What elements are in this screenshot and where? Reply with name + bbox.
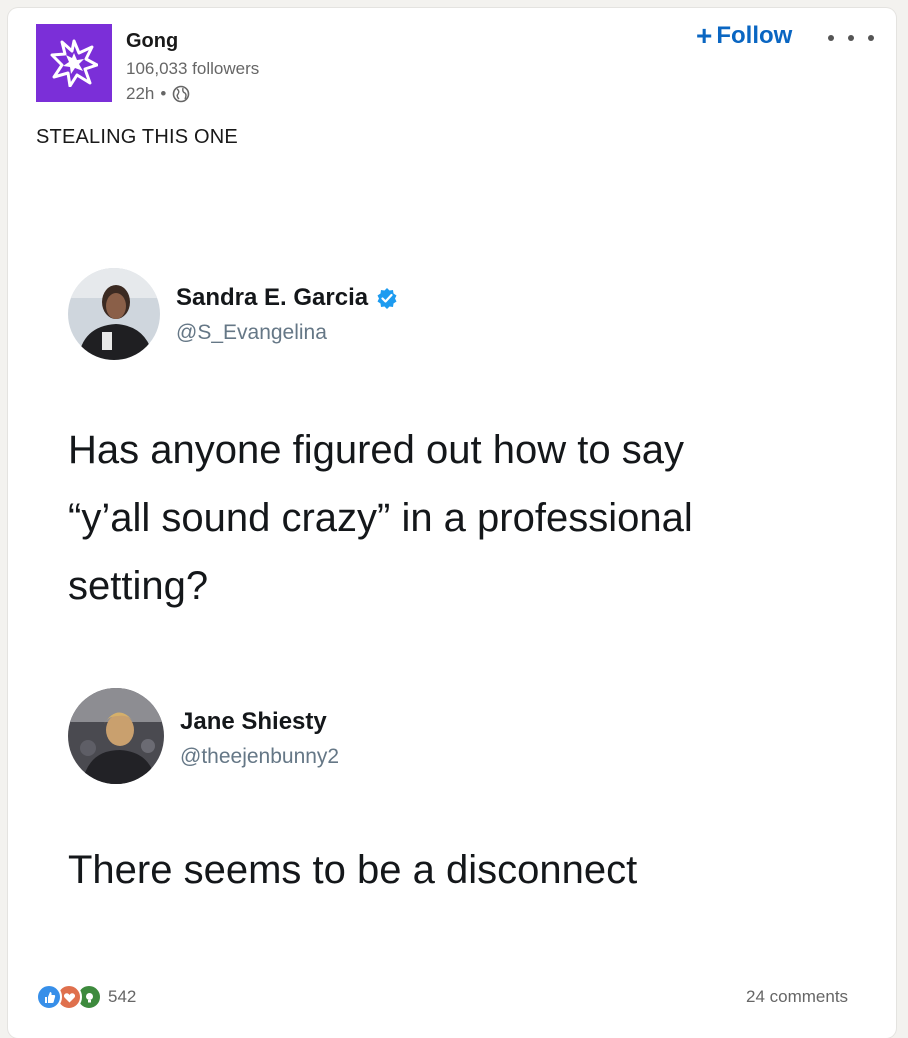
tweet-author-handle: @theejenbunny2 — [180, 745, 340, 768]
post-caption: STEALING THIS ONE — [36, 126, 238, 148]
post-card: Gong 106,033 followers 22h • + Follow ST… — [8, 8, 896, 1038]
post-time: 22h — [126, 84, 155, 103]
reactions-summary[interactable]: 542 — [36, 984, 136, 1010]
like-icon — [36, 984, 62, 1010]
post-meta: 22h • — [126, 84, 190, 104]
tweet-author-label: Sandra E. Garcia — [176, 284, 369, 311]
tweet-line: There seems to be a disconnect — [68, 848, 638, 892]
gong-burst-icon — [50, 39, 98, 87]
dot — [868, 35, 874, 41]
meta-separator: • — [160, 84, 167, 103]
tweet-line: Has anyone figured out how to say — [68, 428, 684, 472]
tweet-text: Has anyone figured out how to say “y’all… — [68, 416, 693, 620]
tweet-author-name: Jane Shiesty — [180, 708, 327, 736]
tweet-avatar-sandra — [68, 268, 160, 360]
comments-link[interactable]: 24 comments — [746, 987, 848, 1007]
profile-photo-icon — [68, 268, 160, 360]
dot — [828, 35, 834, 41]
tweet-line: setting? — [68, 564, 209, 608]
globe-icon — [173, 85, 190, 103]
follow-label: Follow — [716, 22, 793, 49]
verified-badge-icon — [377, 288, 397, 309]
tweet-line: “y’all sound crazy” in a professional — [68, 496, 693, 540]
tweet-author-handle: @S_Evangelina — [176, 321, 327, 344]
company-name[interactable]: Gong — [126, 30, 178, 53]
more-options-icon[interactable] — [828, 28, 874, 48]
company-logo[interactable] — [36, 24, 112, 102]
tweet-author-label: Jane Shiesty — [180, 708, 327, 735]
follower-count: 106,033 followers — [126, 59, 260, 78]
follow-button[interactable]: + Follow — [696, 22, 792, 50]
plus-icon: + — [696, 20, 713, 51]
dot — [848, 35, 854, 41]
tweet-text: There seems to be a disconnect — [68, 836, 637, 904]
reaction-count: 542 — [108, 987, 137, 1006]
profile-photo-icon — [68, 688, 164, 784]
tweet-author-name: Sandra E. Garcia — [176, 284, 398, 312]
tweet-avatar-jane — [68, 688, 164, 784]
